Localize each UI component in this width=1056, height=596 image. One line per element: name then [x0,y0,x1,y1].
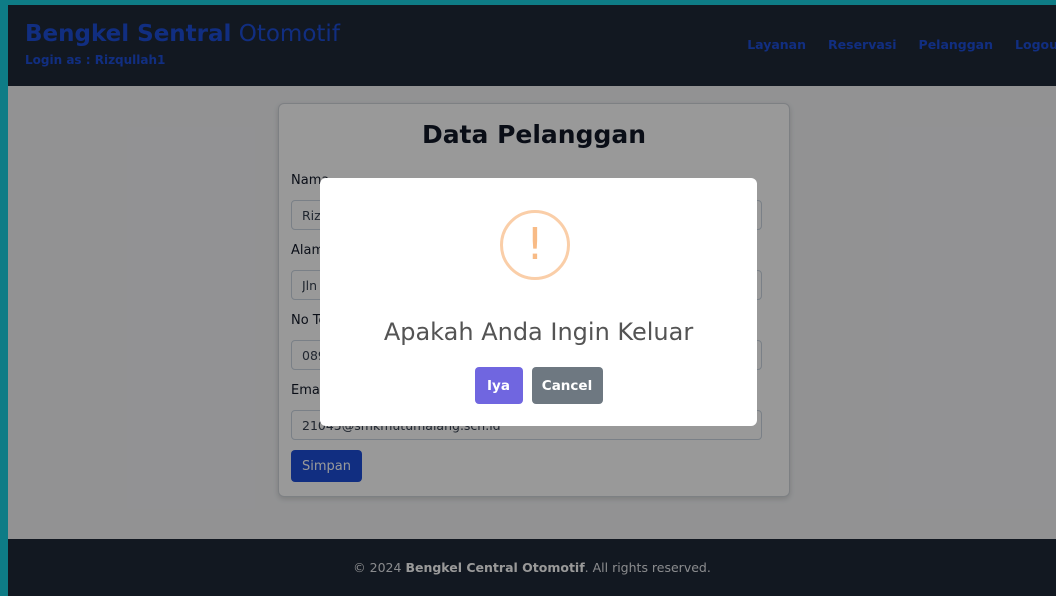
confirm-button[interactable]: Iya [474,367,523,404]
logout-confirm-dialog: ! Apakah Anda Ingin Keluar Iya Cancel [320,178,757,426]
app-window: Bengkel Sentral Otomotif Login as : Rizq… [8,5,1056,596]
warning-icon: ! [500,210,570,280]
dialog-actions: Iya Cancel [320,367,757,404]
dialog-title: Apakah Anda Ingin Keluar [383,318,694,346]
cancel-button[interactable]: Cancel [531,367,603,404]
